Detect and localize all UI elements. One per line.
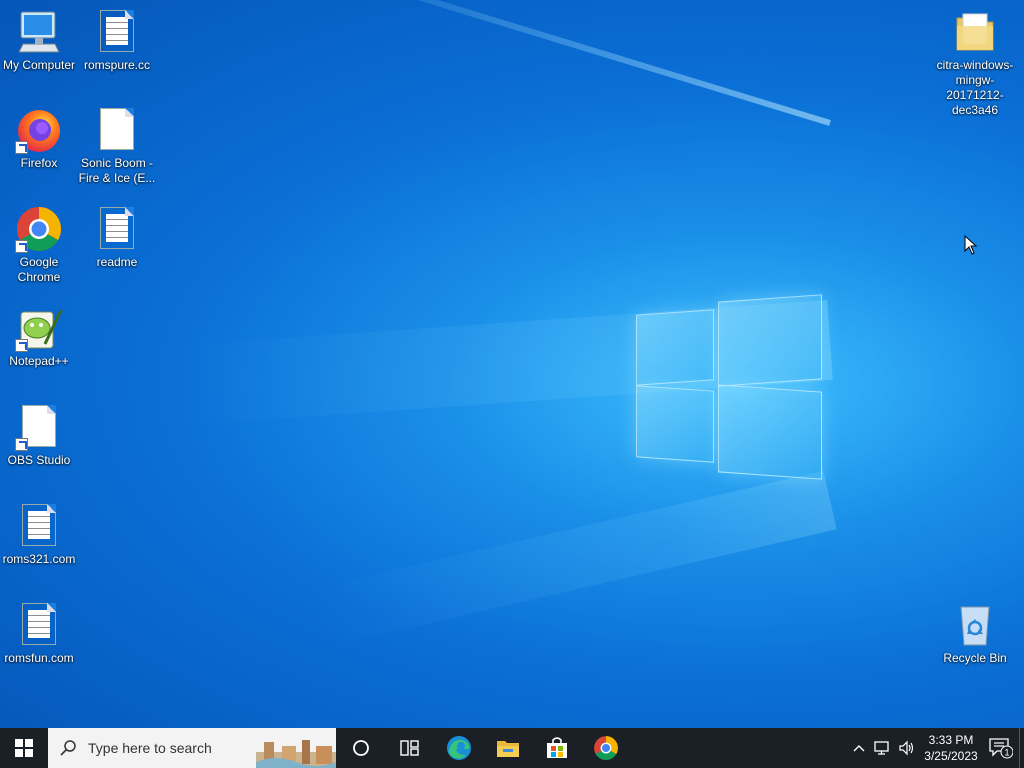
icon-label: Firefox bbox=[20, 156, 58, 170]
desktop-icon-obs-studio[interactable]: OBS Studio bbox=[0, 403, 78, 468]
chrome-taskbar-button[interactable] bbox=[581, 728, 630, 768]
chevron-up-icon bbox=[853, 745, 865, 752]
shortcut-arrow-icon bbox=[15, 141, 28, 154]
folder-icon bbox=[956, 13, 994, 51]
shortcut-arrow-icon bbox=[15, 339, 28, 352]
show-desktop-button[interactable] bbox=[1019, 728, 1024, 768]
desktop-icon-my-computer[interactable]: My Computer bbox=[0, 8, 78, 73]
taskbar-search-box[interactable]: Type here to search bbox=[48, 728, 336, 768]
windows-start-icon bbox=[15, 739, 33, 757]
notification-icon: 1 bbox=[989, 738, 1013, 759]
store-icon bbox=[546, 737, 567, 758]
icon-label: citra-windows-mingw-20171212-dec3a46 bbox=[936, 58, 1014, 117]
file-explorer-taskbar-button[interactable] bbox=[483, 728, 532, 768]
icon-label: readme bbox=[96, 255, 138, 269]
desktop-icon-romspure[interactable]: romspure.cc bbox=[78, 8, 156, 73]
desktop-icon-sonic-boom[interactable]: Sonic Boom - Fire & Ice (E... bbox=[78, 106, 156, 186]
taskbar: Type here to search 3:33 PM 3/25/2023 1 bbox=[0, 728, 1024, 768]
desktop-icon-readme[interactable]: readme bbox=[78, 205, 156, 270]
text-document-icon bbox=[100, 207, 134, 249]
icon-label: Recycle Bin bbox=[943, 651, 1007, 665]
speaker-icon bbox=[899, 740, 914, 756]
clock-date: 3/25/2023 bbox=[924, 749, 978, 763]
desktop-icon-citra-folder[interactable]: citra-windows-mingw-20171212-dec3a46 bbox=[936, 8, 1014, 118]
windows-logo-wallpaper bbox=[636, 290, 824, 480]
show-hidden-icons-button[interactable] bbox=[847, 728, 871, 768]
icon-label: Google Chrome bbox=[17, 255, 61, 284]
task-view-icon bbox=[399, 740, 419, 756]
desktop-icon-firefox[interactable]: Firefox bbox=[0, 106, 78, 171]
icon-label: Sonic Boom - Fire & Ice (E... bbox=[78, 156, 156, 185]
mouse-cursor-icon bbox=[964, 235, 978, 255]
text-document-icon bbox=[22, 504, 56, 546]
icon-label: roms321.com bbox=[2, 552, 76, 566]
volume-button[interactable] bbox=[895, 728, 919, 768]
file-explorer-icon bbox=[496, 741, 519, 757]
search-placeholder: Type here to search bbox=[88, 740, 212, 756]
cortana-icon bbox=[352, 740, 369, 756]
icon-label: Notepad++ bbox=[9, 354, 69, 368]
text-document-icon bbox=[22, 603, 56, 645]
blank-document-icon bbox=[100, 108, 134, 150]
icon-label: romsfun.com bbox=[4, 651, 74, 665]
edge-taskbar-button[interactable] bbox=[434, 728, 483, 768]
icon-label: OBS Studio bbox=[7, 453, 71, 467]
network-button[interactable] bbox=[871, 728, 895, 768]
text-document-icon bbox=[100, 10, 134, 52]
notification-count: 1 bbox=[1004, 748, 1009, 758]
edge-icon bbox=[446, 736, 471, 760]
cortana-button[interactable] bbox=[336, 728, 385, 768]
chrome-icon bbox=[593, 736, 618, 760]
clock-time: 3:33 PM bbox=[928, 733, 974, 747]
task-view-button[interactable] bbox=[385, 728, 434, 768]
shortcut-arrow-icon bbox=[15, 438, 28, 451]
desktop-icon-notepad-plus-plus[interactable]: Notepad++ bbox=[0, 304, 78, 369]
taskbar-clock[interactable]: 3:33 PM 3/25/2023 bbox=[919, 732, 983, 764]
recycle-bin-icon bbox=[960, 606, 990, 646]
start-button[interactable] bbox=[0, 728, 48, 768]
wallpaper-light-beam bbox=[306, 470, 837, 649]
wallpaper-light-beam bbox=[274, 0, 831, 126]
desktop-icon-romsfun[interactable]: romsfun.com bbox=[0, 601, 78, 666]
system-tray: 3:33 PM 3/25/2023 1 bbox=[847, 728, 1024, 768]
desktop-icon-recycle-bin[interactable]: Recycle Bin bbox=[936, 601, 1014, 666]
shortcut-arrow-icon bbox=[15, 240, 28, 253]
computer-icon bbox=[18, 11, 60, 53]
desktop-icon-google-chrome[interactable]: Google Chrome bbox=[0, 205, 78, 285]
desktop-icon-roms321[interactable]: roms321.com bbox=[0, 502, 78, 567]
search-highlight-illustration bbox=[256, 740, 336, 768]
action-center-button[interactable]: 1 bbox=[983, 728, 1019, 768]
network-icon bbox=[874, 741, 889, 755]
search-icon bbox=[60, 740, 76, 756]
store-taskbar-button[interactable] bbox=[532, 728, 581, 768]
icon-label: romspure.cc bbox=[83, 58, 151, 72]
icon-label: My Computer bbox=[2, 58, 76, 72]
